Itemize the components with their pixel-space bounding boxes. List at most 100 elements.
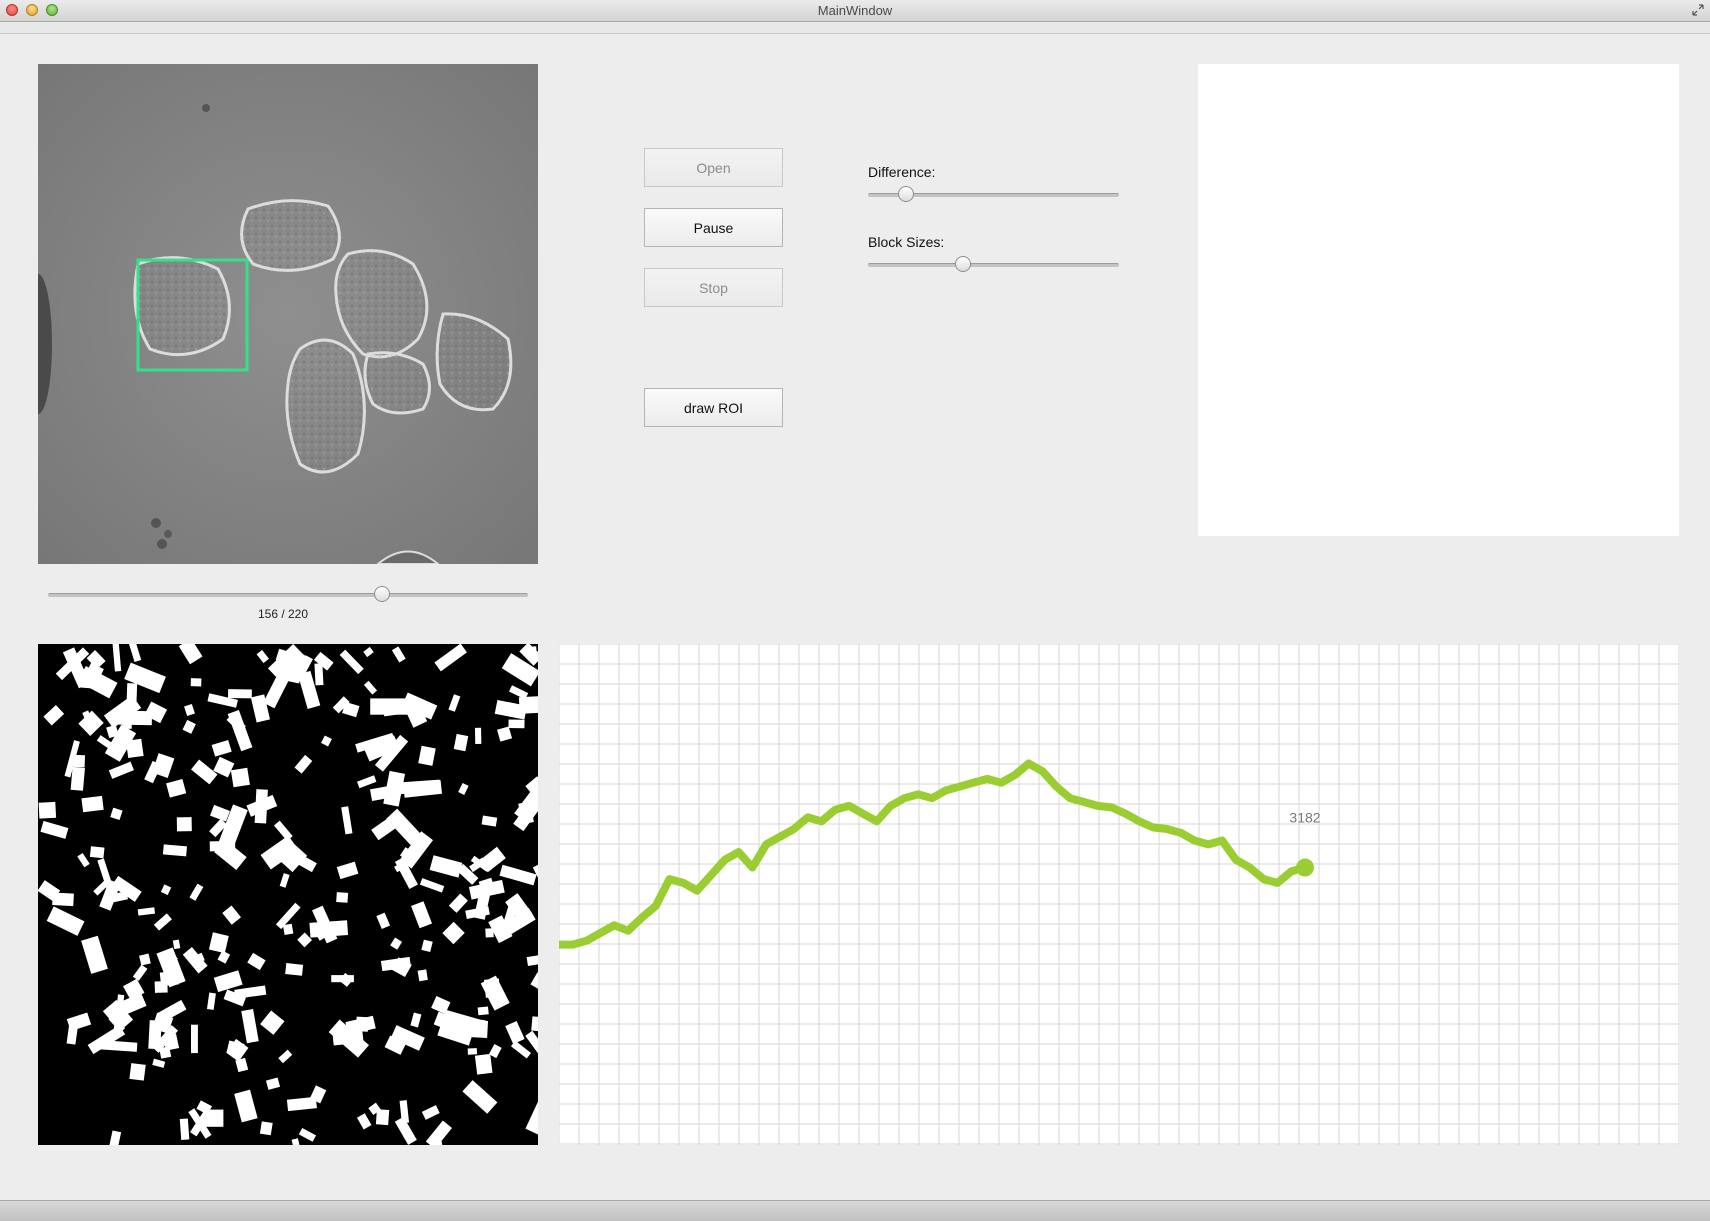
mask-blob	[341, 806, 353, 835]
frame-slider[interactable]	[48, 584, 528, 606]
mask-blob	[390, 937, 403, 950]
mask-blob	[152, 1058, 166, 1068]
mask-blob	[363, 646, 374, 658]
mask-blob	[137, 907, 156, 916]
binary-mask-image	[38, 644, 538, 1145]
mask-blob	[148, 1020, 162, 1050]
mask-blob	[109, 1130, 122, 1145]
mask-blob	[481, 815, 498, 827]
series-end-point	[1296, 858, 1314, 877]
mask-blob	[448, 893, 468, 913]
mask-blob	[46, 906, 85, 936]
status-bar	[0, 1200, 1710, 1221]
mask-blob	[356, 775, 377, 789]
block-sizes-slider[interactable]	[868, 254, 1119, 276]
mask-blob	[66, 1020, 79, 1045]
mask-blob	[474, 1053, 493, 1075]
mask-blob	[458, 782, 469, 795]
preview-panel	[1198, 64, 1679, 536]
mask-blob	[189, 883, 204, 901]
mask-blob	[166, 778, 187, 798]
mask-blob	[488, 1043, 502, 1059]
mask-blob	[86, 650, 106, 670]
frame-slider-thumb[interactable]	[373, 586, 390, 602]
stop-button[interactable]: Stop	[644, 268, 783, 307]
mask-blob	[108, 761, 134, 779]
fullscreen-icon[interactable]	[1692, 4, 1704, 16]
mask-blob	[159, 970, 179, 987]
mask-blob	[40, 820, 69, 839]
mask-blob	[190, 1024, 198, 1054]
mask-blob	[363, 680, 378, 695]
mask-blob	[530, 972, 538, 990]
mask-blob	[526, 954, 538, 966]
mask-blob	[410, 1012, 422, 1028]
mask-blob	[497, 726, 513, 742]
binary-mask-view	[38, 644, 538, 1145]
mask-blob	[38, 801, 57, 819]
title-bar: MainWindow	[0, 0, 1710, 22]
mask-blob	[259, 1121, 273, 1136]
mask-blob	[417, 969, 428, 982]
mask-blob	[375, 1109, 390, 1126]
block-sizes-slider-thumb[interactable]	[955, 256, 972, 272]
frame-counter: 156 / 220	[257, 607, 309, 621]
mask-blob	[132, 964, 148, 981]
mask-blob	[172, 939, 181, 950]
mask-blob	[518, 696, 538, 714]
mask-blob	[160, 884, 172, 896]
mask-blob	[278, 1049, 293, 1064]
mask-blob	[448, 694, 461, 712]
mask-blob	[184, 703, 195, 717]
mask-blob	[321, 735, 332, 747]
mask-blob	[70, 766, 85, 791]
difference-slider[interactable]	[868, 184, 1119, 206]
signal-plot: 3182	[559, 644, 1679, 1145]
mask-blob	[505, 1020, 525, 1045]
pause-button[interactable]: Pause	[644, 208, 783, 247]
mask-blob	[178, 644, 203, 665]
mask-blob	[294, 754, 313, 774]
mask-blob	[217, 950, 231, 964]
mask-blob	[247, 952, 266, 971]
mask-blob	[125, 738, 144, 759]
mask-blob	[213, 970, 243, 993]
mask-blob	[336, 861, 359, 880]
mask-blob	[525, 1096, 538, 1135]
mask-blob	[81, 935, 108, 974]
mask-blob	[139, 953, 151, 966]
mask-blob	[425, 1120, 453, 1145]
mask-blob	[228, 689, 252, 699]
mask-blob	[265, 1077, 281, 1090]
open-button[interactable]: Open	[644, 148, 783, 187]
mask-blob	[81, 795, 104, 813]
mask-blob	[227, 709, 253, 752]
mask-blob	[260, 1010, 285, 1035]
mask-blob	[462, 1080, 498, 1114]
mask-blob	[285, 963, 304, 976]
mask-blob	[418, 745, 436, 766]
block-sizes-label: Block Sizes:	[868, 234, 945, 250]
mask-blob	[383, 770, 406, 807]
mask-blob	[230, 767, 250, 788]
plot-canvas: 3182	[559, 644, 1679, 1145]
mask-blob	[159, 1046, 172, 1059]
mask-blob	[474, 727, 482, 744]
video-frame-view[interactable]	[38, 64, 538, 564]
mask-blob	[508, 719, 525, 729]
mask-blob	[525, 1030, 538, 1067]
series-line	[559, 759, 1309, 949]
difference-slider-thumb[interactable]	[897, 186, 914, 202]
mask-blob	[298, 1127, 317, 1142]
mask-blob	[477, 1006, 489, 1016]
block-sizes-slider-track	[868, 263, 1119, 267]
last-value-label: 3182	[1289, 810, 1320, 826]
difference-label: Difference:	[868, 164, 936, 180]
draw-roi-button[interactable]: draw ROI	[644, 388, 783, 427]
window-title: MainWindow	[817, 3, 893, 18]
mask-blob	[89, 846, 105, 859]
mask-blob	[256, 649, 269, 664]
mask-blob	[209, 840, 236, 852]
mask-blob	[376, 912, 391, 930]
mask-blob	[43, 705, 65, 726]
